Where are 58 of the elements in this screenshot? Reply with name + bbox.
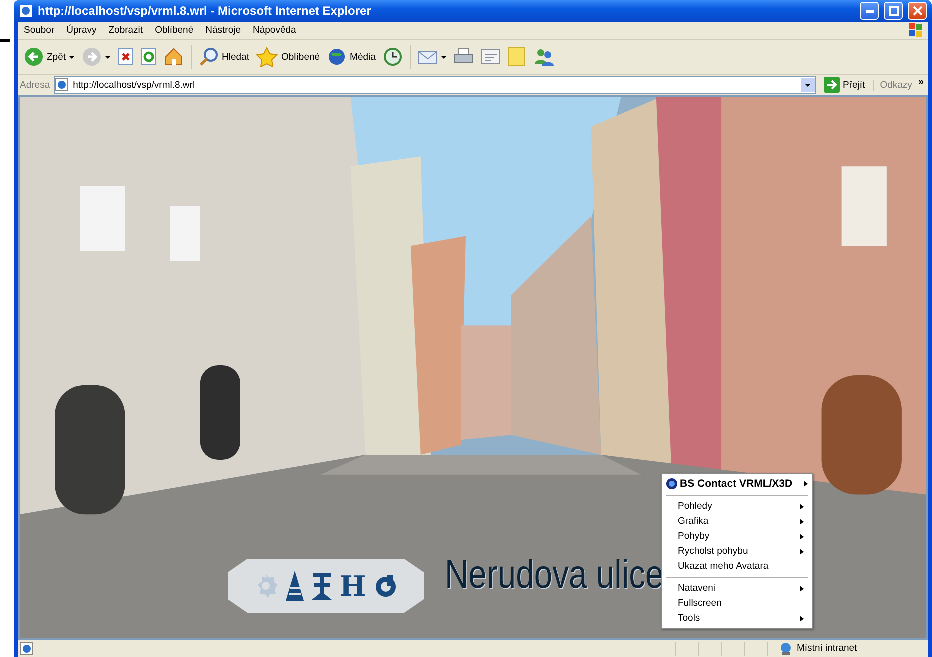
links-label: Odkazy [873,80,912,90]
refresh-icon [141,48,158,66]
house-icon [164,48,184,66]
maximize-button[interactable] [884,2,903,20]
menu-item[interactable]: Pohledy [662,499,812,514]
close-icon [912,6,922,16]
menu-item[interactable]: Grafika [662,514,812,529]
menu-item[interactable]: Zobrazit [102,25,150,36]
menu-item[interactable]: Pohyby [662,529,812,544]
stop-button[interactable] [116,46,136,68]
menu-item[interactable]: Nataveni [662,581,812,596]
logo-icon [666,478,678,490]
address-label: Adresa [20,80,50,90]
windows-logo-icon [908,23,924,37]
menu-item[interactable]: Fullscreen [662,596,812,611]
address-field[interactable]: http://localhost/vsp/vrml.8.wrl [54,76,816,94]
document-icon [480,48,501,66]
scene-title: Nerudova ulice [445,553,664,598]
zone-label: Místní intranet [797,643,858,654]
search-button[interactable]: Hledat [197,45,252,69]
menu-item[interactable]: Rycholst pohybu [662,544,812,559]
menu-item[interactable]: Ukazat meho Avatara [662,559,812,574]
star-icon [256,47,278,67]
menu-header[interactable]: BS Contact VRML/X3D [662,476,812,492]
dash-mark [0,39,10,42]
maximize-icon [888,6,898,16]
menu-item[interactable]: Nápověda [247,25,302,36]
submenu-arrow-icon [804,481,808,487]
printer-icon [454,48,474,66]
menu-item[interactable]: Oblíbené [149,25,200,36]
refresh-button[interactable] [139,46,160,68]
note-icon [508,47,526,67]
clock-icon [382,47,403,67]
figure-icon[interactable] [310,571,334,601]
cone-icon[interactable] [284,570,306,602]
menu-item[interactable]: Tools [662,611,812,626]
browser-icon [19,4,33,18]
more-button[interactable]: » [916,76,926,94]
go-button[interactable]: Přejít [820,77,870,93]
menu-item[interactable]: Nástroje [200,25,247,36]
search-icon [199,47,220,67]
page-icon [20,642,34,656]
globe-icon [327,47,348,67]
minimize-button[interactable] [860,2,879,20]
minimize-icon [866,10,874,12]
arrow-icon [824,77,840,93]
window-title: http://localhost/vsp/vrml.8.wrl - Microsoft Internet Explorer [38,4,372,18]
people-icon [532,47,555,67]
menu-item[interactable]: Soubor [18,25,61,36]
stop-icon [118,48,134,66]
media-button[interactable]: Média [325,45,378,69]
home-button[interactable]: H [338,570,368,602]
network-icon [778,642,794,656]
page-icon [55,78,70,92]
favorites-button[interactable]: Oblíbené [254,45,322,69]
close-button[interactable] [908,2,927,20]
back-button[interactable]: Zpět [22,45,78,69]
menu-item[interactable]: Úpravy [60,25,103,36]
